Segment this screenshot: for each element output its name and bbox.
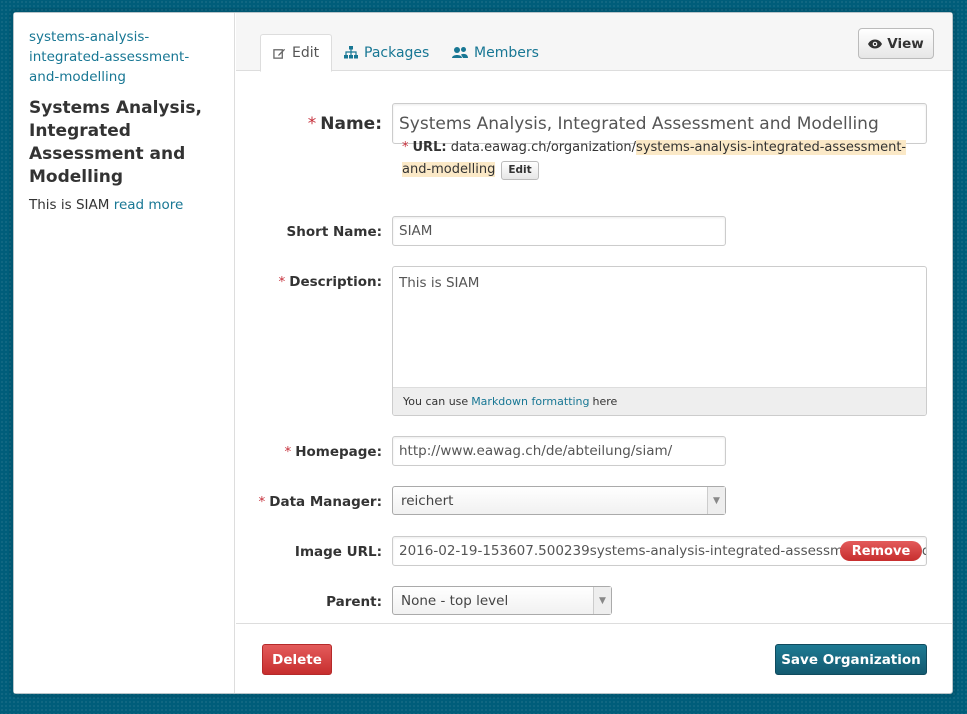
image-url-label: Image URL: — [294, 544, 382, 560]
markdown-formatting-link[interactable]: Markdown formatting — [471, 395, 589, 408]
description-text[interactable]: This is SIAM — [393, 267, 926, 387]
read-more-link[interactable]: read more — [114, 197, 184, 213]
save-organization-button[interactable]: Save Organization — [775, 644, 927, 675]
tab-members-label: Members — [474, 44, 539, 61]
url-line: * URL: data.eawag.ch/organization/systems… — [402, 137, 932, 181]
organization-description-text: This is SIAM — [29, 197, 110, 213]
data-manager-select[interactable]: reichert ▼ — [392, 486, 726, 515]
short-name-input[interactable]: SIAM — [392, 216, 726, 246]
view-button-label: View — [887, 35, 924, 52]
markdown-help: You can use Markdown formatting here — [393, 387, 926, 415]
required-marker: * — [402, 140, 409, 155]
required-marker: * — [278, 274, 286, 290]
organization-title: Systems Analysis, Integrated Assessment … — [29, 98, 203, 187]
parent-select[interactable]: None - top level ▼ — [392, 586, 612, 615]
short-name-label: Short Name: — [286, 224, 382, 240]
tab-bar: Edit Packages Members View — [236, 13, 952, 72]
homepage-input[interactable]: http://www.eawag.ch/de/abteilung/siam/ — [392, 436, 726, 466]
name-label: * Name: — [307, 114, 382, 134]
data-manager-value: reichert — [401, 492, 454, 509]
homepage-label: * Homepage: — [284, 444, 382, 460]
parent-value: None - top level — [401, 592, 509, 609]
tab-edit-label: Edit — [292, 45, 320, 61]
url-label: URL: — [412, 140, 447, 155]
required-marker: * — [258, 494, 266, 510]
tab-edit[interactable]: Edit — [260, 34, 333, 72]
tab-packages[interactable]: Packages — [332, 34, 441, 71]
required-marker: * — [307, 114, 317, 134]
eye-icon — [868, 39, 883, 49]
sidebar: systems-analysis-integrated-assessment-a… — [14, 13, 235, 693]
url-prefix: data.eawag.ch/organization/ — [450, 140, 637, 155]
edit-icon — [273, 47, 286, 60]
data-manager-label: * Data Manager: — [258, 494, 382, 510]
view-button[interactable]: View — [858, 28, 934, 59]
image-url-input[interactable]: 2016-02-19-153607.500239systems-analysis… — [392, 536, 927, 566]
organization-slug-link[interactable]: systems-analysis-integrated-assessment-a… — [29, 27, 219, 87]
chevron-down-icon[interactable]: ▼ — [593, 587, 611, 614]
edit-organization-panel: systems-analysis-integrated-assessment-a… — [13, 12, 953, 694]
description-textarea[interactable]: This is SIAM You can use Markdown format… — [392, 266, 927, 416]
main-content: Edit Packages Members View * Name: Syste… — [236, 13, 952, 693]
parent-label: Parent: — [326, 594, 382, 610]
form-actions: Delete Save Organization — [236, 623, 952, 693]
tab-members[interactable]: Members — [440, 34, 551, 71]
url-edit-button[interactable]: Edit — [501, 161, 539, 180]
delete-button[interactable]: Delete — [262, 644, 332, 675]
chevron-down-icon[interactable]: ▼ — [707, 487, 725, 514]
remove-image-button[interactable]: Remove — [840, 541, 922, 561]
tab-packages-label: Packages — [364, 44, 430, 61]
description-label: * Description: — [278, 274, 382, 290]
users-icon — [452, 46, 468, 59]
sitemap-icon — [344, 46, 358, 59]
organization-description: This is SIAM read more — [29, 197, 219, 213]
required-marker: * — [284, 444, 292, 460]
